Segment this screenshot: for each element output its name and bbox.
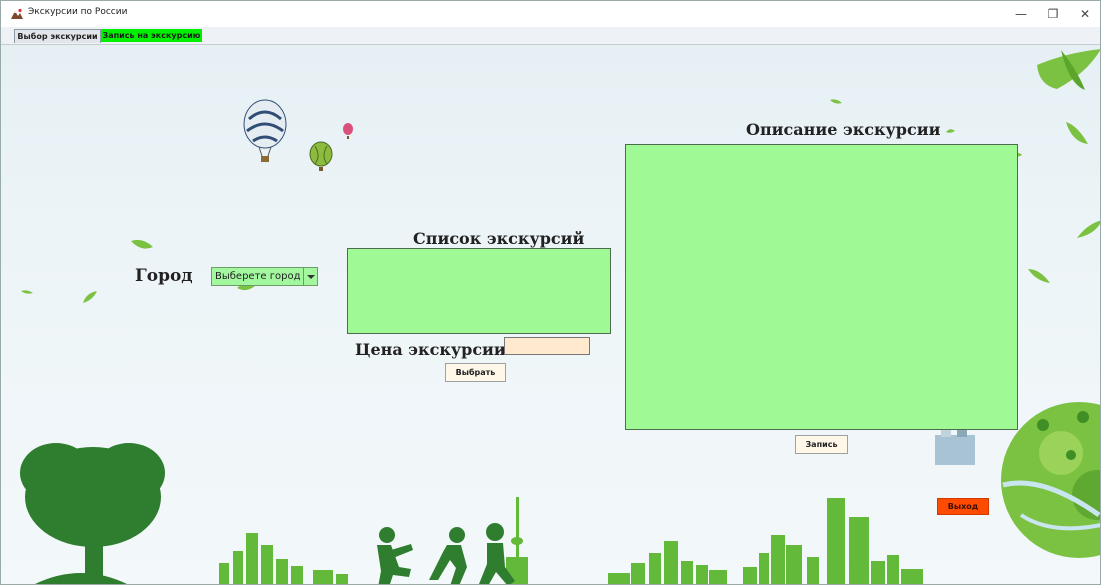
chevron-down-icon[interactable] bbox=[303, 268, 317, 285]
description-label: Описание экскурсии bbox=[746, 120, 941, 139]
city-dropdown[interactable]: Выберете город bbox=[211, 267, 318, 286]
exit-button[interactable]: Выход bbox=[937, 498, 989, 515]
tab-bar: Выбор экскурсии Запись на экскурсию bbox=[1, 27, 1100, 45]
tab-choose-excursion[interactable]: Выбор экскурсии bbox=[14, 29, 101, 43]
select-button[interactable]: Выбрать bbox=[445, 363, 506, 382]
hot-air-balloon-icon bbox=[243, 99, 287, 162]
children-running-icon bbox=[377, 523, 515, 584]
excursion-list[interactable] bbox=[347, 248, 611, 334]
tab-book-excursion[interactable]: Запись на экскурсию bbox=[101, 29, 202, 42]
excursion-list-label: Список экскурсий bbox=[413, 229, 585, 248]
minimize-button[interactable]: — bbox=[1006, 3, 1036, 25]
maximize-button[interactable]: ❐ bbox=[1038, 3, 1068, 25]
city-label: Город bbox=[135, 266, 193, 286]
tree-icon bbox=[20, 443, 165, 584]
close-button[interactable]: ✕ bbox=[1070, 3, 1100, 25]
window-title: Экскурсии по России bbox=[28, 7, 128, 17]
hot-air-balloon-icon bbox=[309, 141, 333, 171]
description-area[interactable] bbox=[625, 144, 1018, 430]
record-button[interactable]: Запись bbox=[795, 435, 848, 454]
app-window: Экскурсии по России — ❐ ✕ Выбор экскурси… bbox=[0, 0, 1101, 585]
title-bar: Экскурсии по России — ❐ ✕ bbox=[1, 1, 1100, 27]
price-label: Цена экскурсии bbox=[355, 340, 506, 359]
app-icon bbox=[11, 8, 23, 19]
city-dropdown-value: Выберете город bbox=[215, 271, 301, 282]
city-skyline-icon bbox=[219, 497, 923, 584]
main-panel: Город Выберете город Список экскурсий Це… bbox=[1, 45, 1100, 584]
hot-air-balloon-icon bbox=[343, 123, 353, 139]
price-field[interactable] bbox=[504, 337, 590, 355]
